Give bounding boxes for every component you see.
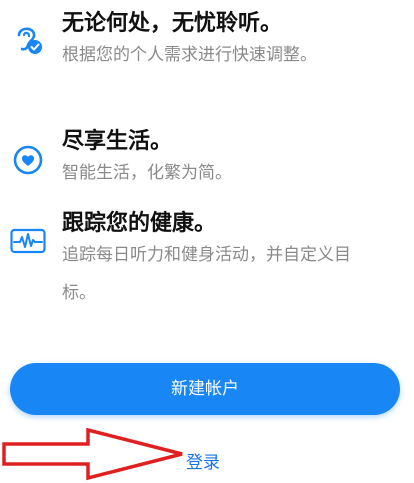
feature-description: 根据您的个人需求进行快速调整。 <box>62 45 317 65</box>
feature-description: 智能生活，化繁为简。 <box>62 163 232 183</box>
feature-description: 追踪每日听力和健身活动，并自定义目标。 <box>62 245 351 303</box>
annotation-arrow-icon <box>2 427 183 481</box>
login-link[interactable]: 登录 <box>186 450 220 476</box>
create-account-button[interactable]: 新建帐户 <box>10 363 400 415</box>
ear-check-icon <box>17 27 42 54</box>
heart-circle-icon <box>13 145 43 175</box>
heartbeat-monitor-icon <box>10 228 46 254</box>
feature-title: 跟踪您的健康。 <box>62 211 217 236</box>
onboarding-screen: 无论何处，无忧聆听。 根据您的个人需求进行快速调整。 尽享生活。 智能生活，化繁… <box>0 0 414 483</box>
feature-title: 尽享生活。 <box>62 129 173 154</box>
feature-title: 无论何处，无忧聆听。 <box>62 11 283 36</box>
